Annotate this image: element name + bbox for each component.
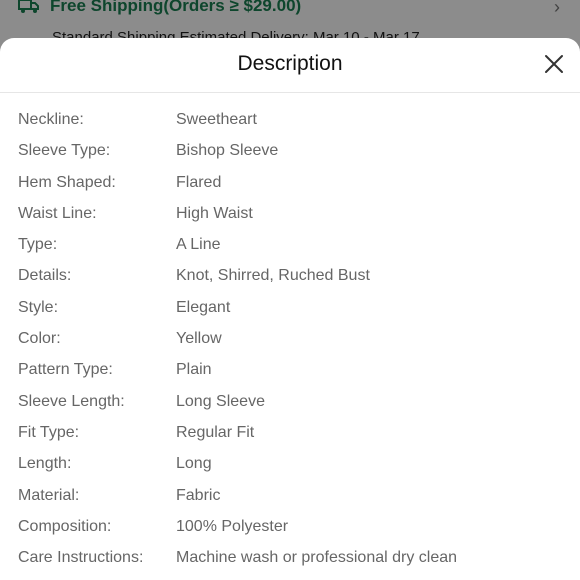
description-sheet: Description Neckline: Sweetheart Sleeve Ty… bbox=[0, 38, 580, 580]
spec-value: Plain bbox=[176, 361, 212, 379]
spec-value: Bishop Sleeve bbox=[176, 142, 279, 160]
spec-value: Long Sleeve bbox=[176, 392, 265, 410]
spec-value: Yellow bbox=[176, 330, 222, 348]
spec-key: Waist Line: bbox=[18, 204, 97, 222]
spec-row: Sleeve Length: Long Sleeve bbox=[0, 386, 580, 417]
spec-row: Color: Yellow bbox=[0, 323, 580, 354]
spec-value: 100% Polyester bbox=[176, 517, 289, 535]
spec-row: Type: A Line bbox=[0, 229, 580, 260]
spec-value: Elegant bbox=[176, 298, 231, 316]
spec-row: Pattern Type: Plain bbox=[0, 354, 580, 385]
spec-value: Knot, Shirred, Ruched Bust bbox=[176, 267, 370, 285]
spec-key: Material: bbox=[18, 486, 80, 504]
spec-row: Style: Elegant bbox=[0, 292, 580, 323]
spec-value: Regular Fit bbox=[176, 423, 255, 441]
spec-key: Sleeve Length: bbox=[18, 392, 125, 410]
spec-value: High Waist bbox=[176, 204, 253, 222]
spec-value: Machine wash or professional dry clean bbox=[176, 549, 458, 567]
spec-key: Color: bbox=[18, 330, 61, 348]
spec-value: Long bbox=[176, 455, 212, 473]
spec-row: Waist Line: High Waist bbox=[0, 198, 580, 229]
spec-key: Neckline: bbox=[18, 111, 84, 128]
sheet-title: Description bbox=[237, 52, 343, 75]
close-icon[interactable] bbox=[542, 52, 566, 76]
spec-value: A Line bbox=[176, 236, 221, 254]
spec-row: Care Instructions: Machine wash or profes… bbox=[0, 542, 580, 573]
spec-key: Care Instructions: bbox=[18, 549, 144, 567]
spec-key: Sleeve Type: bbox=[18, 142, 111, 160]
spec-row: Material: Fabric bbox=[0, 480, 580, 511]
spec-value: Flared bbox=[176, 173, 222, 191]
spec-key: Fit Type: bbox=[18, 423, 80, 441]
spec-row: Sleeve Type: Bishop Sleeve bbox=[0, 135, 580, 166]
spec-row: Length: Long bbox=[0, 448, 580, 479]
spec-key: Hem Shaped: bbox=[18, 173, 116, 191]
sheet-header: Description bbox=[0, 38, 580, 93]
spec-row: Fit Type: Regular Fit bbox=[0, 417, 580, 448]
spec-row: Details: Knot, Shirred, Ruched Bust bbox=[0, 260, 580, 291]
spec-value: Sweetheart bbox=[176, 111, 257, 128]
spec-row: Composition: 100% Polyester bbox=[0, 511, 580, 542]
spec-key: Style: bbox=[18, 298, 59, 316]
spec-key: Pattern Type: bbox=[18, 361, 113, 379]
spec-value: Fabric bbox=[176, 486, 221, 504]
spec-list: Neckline: Sweetheart Sleeve Type: Bishop Sl… bbox=[0, 104, 580, 573]
spec-key: Length: bbox=[18, 455, 72, 473]
spec-key: Details: bbox=[18, 267, 72, 285]
spec-key: Composition: bbox=[18, 517, 112, 535]
spec-key: Type: bbox=[18, 236, 58, 254]
spec-row: Hem Shaped: Flared bbox=[0, 167, 580, 198]
spec-row: Neckline: Sweetheart bbox=[0, 104, 580, 135]
